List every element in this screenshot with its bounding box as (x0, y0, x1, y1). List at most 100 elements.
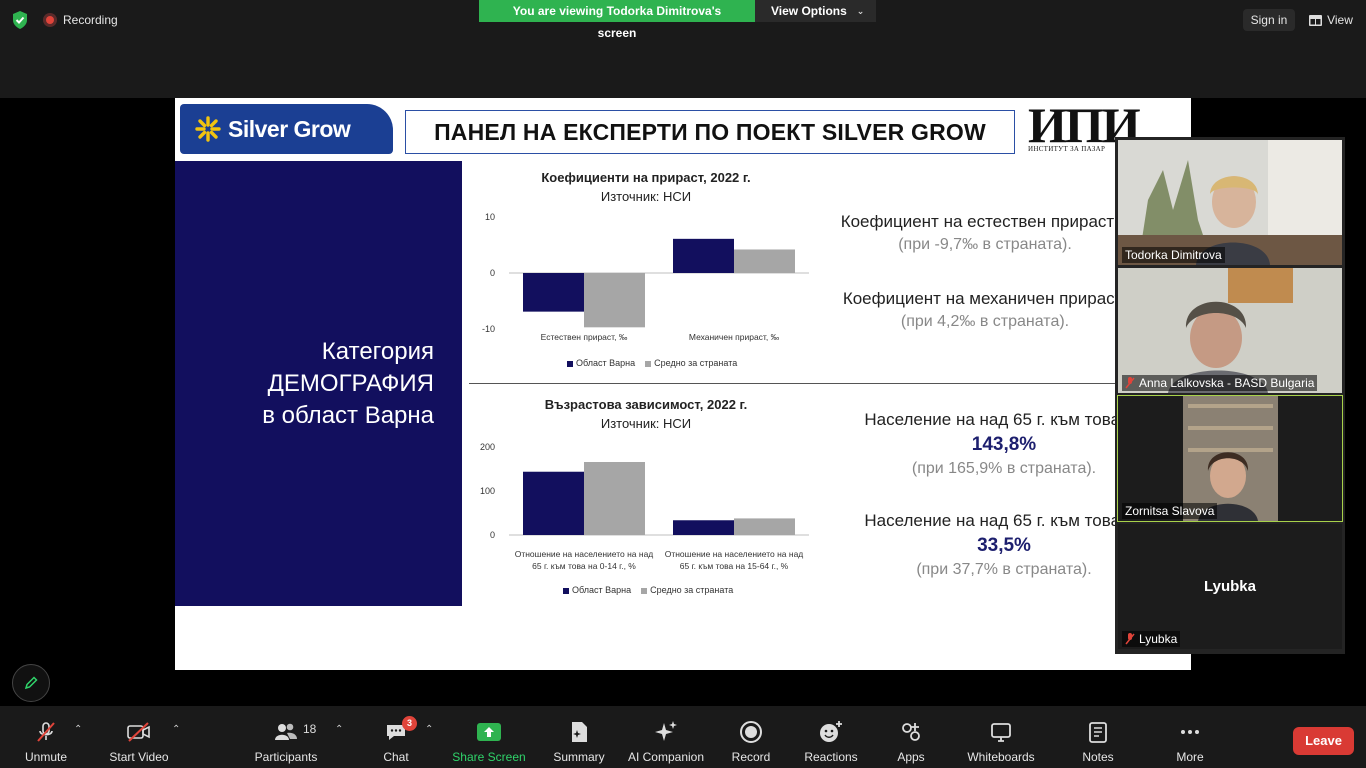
chat-unread-badge: 3 (402, 716, 417, 731)
start-video-label: Start Video (109, 750, 169, 764)
chat-button[interactable]: 3 Chat (376, 706, 417, 768)
more-dots-icon (1181, 730, 1199, 734)
slide-title: ПАНЕЛ НА ЕКСПЕРТИ ПО ПОЕКТ SILVER GROW (405, 110, 1015, 154)
apps-label: Apps (897, 750, 925, 764)
more-label: More (1176, 750, 1204, 764)
share-screen-label: Share Screen (452, 750, 526, 764)
stat-mechanical-growth: Коефициент на механичен прираст: (при 4,… (835, 289, 1135, 331)
participant-tile-active-speaker[interactable]: Zornitsa Slavova (1117, 395, 1343, 522)
more-button[interactable]: More (1170, 706, 1210, 768)
participant-name-label: Lyubka (1122, 631, 1181, 647)
y-tick-label: 10 (485, 212, 495, 222)
legend-label: Област Варна (572, 585, 632, 595)
mic-muted-icon (1125, 633, 1135, 645)
chart1-plot: 10 0 -10 Естествен прираст, ‰ Механичен прир… (482, 212, 809, 342)
shield-icon[interactable] (11, 10, 29, 30)
participants-count: 18 (303, 722, 317, 736)
category-text: Категория ДЕМОГРАФИЯ в област Варна (262, 336, 434, 432)
participant-name-label: Anna Lalkovska - BASD Bulgaria (1122, 375, 1318, 391)
screen-share-banner: You are viewing Todorka Dimitrova's scre… (479, 0, 876, 40)
participants-options-chevron-icon[interactable]: ⌃ (335, 724, 343, 735)
x-category-label: Отношение на населението на над (515, 549, 654, 559)
video-options-chevron-icon[interactable]: ⌃ (172, 724, 180, 735)
notes-icon (1089, 722, 1107, 743)
category-line: ДЕМОГРАФИЯ (267, 370, 434, 397)
shared-screen-slide: Silver Grow ПАНЕЛ НА ЕКСПЕРТИ ПО ПОЕКТ S… (175, 98, 1191, 670)
x-category-label: Отношение на населението на над (665, 549, 804, 559)
summary-button[interactable]: Summary (549, 706, 609, 768)
y-tick-label: 0 (490, 530, 495, 540)
sparkle-icon (655, 721, 677, 741)
chart-bar (673, 520, 734, 535)
notes-button[interactable]: Notes (1078, 706, 1118, 768)
summary-icon (572, 722, 587, 742)
record-label: Record (731, 750, 771, 764)
whiteboards-button[interactable]: Whiteboards (962, 706, 1040, 768)
view-options-button[interactable]: View Options ⌄ (755, 0, 876, 22)
video-off-icon (127, 722, 150, 742)
silver-grow-logo: Silver Grow (180, 104, 393, 154)
view-button[interactable]: View (1303, 9, 1359, 31)
reactions-button[interactable]: Reactions (803, 706, 859, 768)
stat-note: (при -9,7‰ в страната). (898, 236, 1072, 253)
ai-companion-label: AI Companion (627, 750, 705, 764)
participant-tile[interactable]: Lyubka Lyubka (1118, 524, 1342, 649)
recording-label: Recording (63, 13, 118, 27)
smiley-plus-icon (820, 721, 842, 742)
participant-name-label: Zornitsa Slavova (1122, 503, 1218, 519)
chart2-subtitle: Източник: НСИ (600, 416, 692, 431)
legend-label: Средно за страната (654, 358, 738, 368)
ai-companion-button[interactable]: AI Companion (623, 706, 709, 768)
notes-label: Notes (1082, 750, 1114, 764)
chart2-title: Възрастова зависимост, 2022 г. (544, 397, 748, 412)
mic-muted-icon (1125, 377, 1135, 389)
start-video-button[interactable]: Start Video (104, 706, 174, 768)
chart2-legend: Област Варна Средно за страната (563, 585, 733, 595)
chart-bar (734, 249, 795, 273)
share-screen-icon (477, 723, 501, 741)
pencil-icon (24, 676, 38, 690)
chat-label: Chat (383, 750, 409, 764)
logo-text: Silver Grow (228, 115, 351, 142)
stat-note: (при 4,2‰ в страната). (900, 313, 1070, 330)
participant-tile[interactable]: Anna Lalkovska - BASD Bulgaria (1118, 268, 1342, 393)
sign-in-button[interactable]: Sign in (1243, 9, 1295, 31)
participant-name: Todorka Dimitrova (1125, 248, 1222, 262)
chat-options-chevron-icon[interactable]: ⌃ (425, 724, 433, 735)
legend-label: Средно за страната (650, 585, 734, 595)
leave-button[interactable]: Leave (1293, 727, 1354, 755)
record-button[interactable]: Record (726, 706, 776, 768)
chevron-down-icon: ⌄ (856, 6, 865, 16)
legend-item: Област Варна (567, 358, 635, 368)
view-label: View (1327, 13, 1353, 27)
x-category-label: 65 г. към това на 15-64 г., % (680, 561, 789, 571)
annotate-button[interactable] (12, 664, 50, 702)
grid-view-icon (1309, 14, 1323, 26)
unmute-button[interactable]: Unmute (18, 706, 74, 768)
legend-item: Средно за страната (641, 585, 733, 595)
participants-button[interactable]: 18 Participants (250, 706, 322, 768)
y-tick-label: 100 (480, 486, 495, 496)
chart-bar (523, 471, 584, 535)
share-screen-button[interactable]: Share Screen (451, 706, 527, 768)
chart1-legend: Област Варна Средно за страната (567, 358, 737, 368)
audio-options-chevron-icon[interactable]: ⌃ (74, 724, 82, 735)
y-tick-label: 0 (490, 268, 495, 278)
x-category-label: 65 г. към това на 0-14 г., % (532, 561, 636, 571)
participant-name: Zornitsa Slavova (1125, 504, 1215, 518)
legend-item: Средно за страната (645, 358, 737, 368)
unmute-label: Unmute (24, 750, 68, 764)
top-bar: Recording You are viewing Todorka Dimitr… (0, 0, 1366, 98)
category-panel: Категория ДЕМОГРАФИЯ в област Варна (175, 161, 462, 606)
recording-indicator[interactable]: Recording (43, 11, 118, 29)
participants-icon (275, 723, 297, 740)
apps-button[interactable]: Apps (891, 706, 931, 768)
record-dot-icon (43, 13, 57, 27)
chart-bar (584, 462, 645, 535)
participant-tile[interactable]: Todorka Dimitrova (1118, 140, 1342, 265)
apps-icon (902, 723, 920, 741)
section-divider (469, 383, 1115, 384)
summary-label: Summary (553, 750, 605, 764)
legend-item: Област Варна (563, 585, 631, 595)
category-line: Категория (321, 338, 434, 365)
